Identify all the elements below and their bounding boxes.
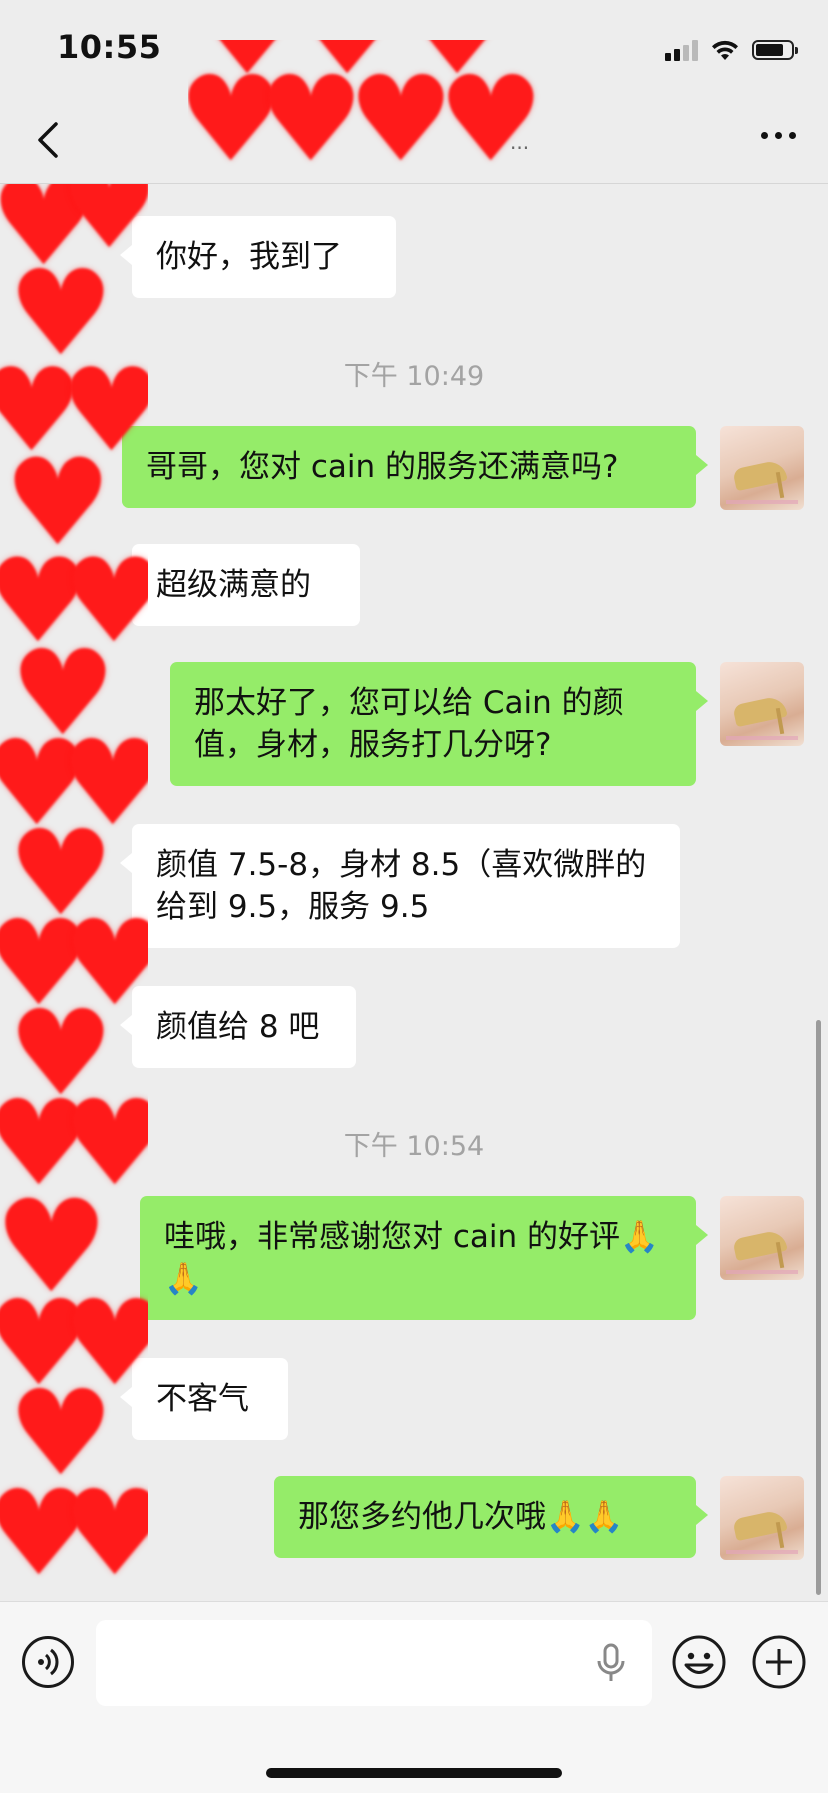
scrollbar[interactable]: [816, 1020, 821, 1595]
message-bubble-outgoing[interactable]: 哥哥，您对 cain 的服务还满意吗?: [122, 426, 708, 508]
title-redaction-hearts: ♥ ♥ ♥ ♥ ♥ ♥ ♥: [188, 40, 578, 180]
voice-icon[interactable]: [22, 1636, 74, 1688]
battery-icon: [752, 40, 798, 60]
message-input[interactable]: [96, 1620, 652, 1706]
avatar-redaction-hearts: ♥ ♥ ♥ ♥ ♥ ♥ ♥ ♥ ♥ ♥ ♥ ♥ ♥ ♥ ♥ ♥ ♥ ♥ ♥ ♥ …: [0, 184, 148, 1601]
signal-icon: [665, 39, 698, 61]
message-bubble-incoming[interactable]: 颜值 7.5-8，身材 8.5（喜欢微胖的给到 9.5，服务 9.5: [120, 824, 680, 948]
message-bubble-outgoing[interactable]: 哇哦，非常感谢您对 cain 的好评🙏🙏: [140, 1196, 708, 1320]
message-bubble-incoming[interactable]: 超级满意的: [120, 544, 360, 626]
microphone-icon[interactable]: [596, 1643, 626, 1683]
plus-icon[interactable]: [751, 1634, 807, 1690]
wifi-icon: [712, 40, 738, 60]
message-bubble-incoming[interactable]: 不客气: [120, 1358, 288, 1440]
self-avatar[interactable]: [720, 662, 804, 746]
status-time: 10:55: [57, 28, 162, 66]
chevron-left-icon[interactable]: [28, 118, 72, 162]
self-avatar[interactable]: [720, 1476, 804, 1560]
more-dots-icon[interactable]: [761, 132, 796, 139]
self-avatar[interactable]: [720, 1196, 804, 1280]
input-bar: [0, 1601, 828, 1793]
emoji-icon[interactable]: [671, 1634, 727, 1690]
self-avatar[interactable]: [720, 426, 804, 510]
heart-icon: ♥: [438, 50, 544, 180]
heart-icon: ♥: [62, 1464, 148, 1601]
message-bubble-incoming[interactable]: 颜值给 8 吧: [120, 986, 356, 1068]
message-bubble-incoming[interactable]: 你好，我到了: [120, 216, 396, 298]
message-bubble-outgoing[interactable]: 那您多约他几次哦🙏🙏: [274, 1476, 708, 1558]
status-icons: [665, 36, 798, 64]
message-bubble-outgoing[interactable]: 那太好了，您可以给 Cain 的颜值，身材，服务打几分呀?: [170, 662, 708, 786]
home-indicator[interactable]: [266, 1768, 562, 1778]
